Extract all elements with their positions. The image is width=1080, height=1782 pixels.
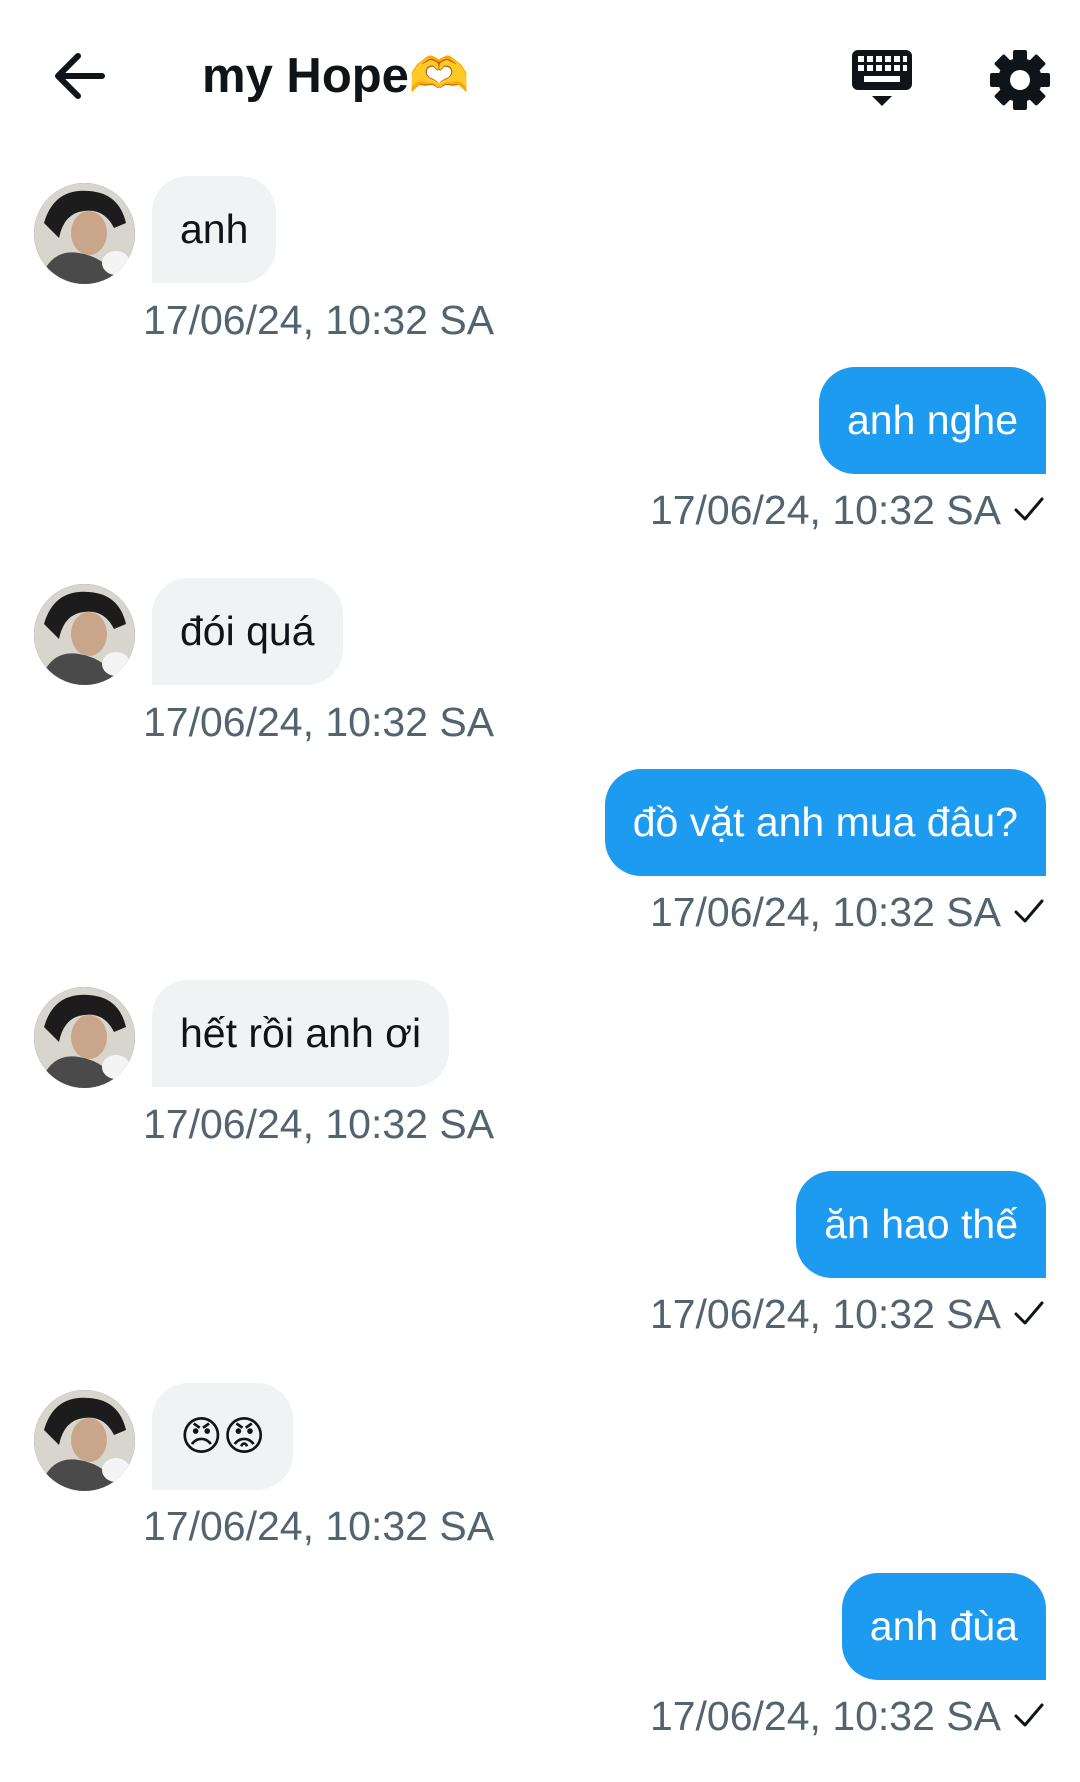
avatar[interactable] xyxy=(34,987,135,1088)
avatar[interactable] xyxy=(34,584,135,685)
keyboard-button[interactable] xyxy=(842,40,922,120)
avatar-image xyxy=(34,183,135,284)
message-timestamp: 17/06/24, 10:32 SA xyxy=(143,1101,495,1147)
check-icon xyxy=(1014,899,1044,923)
message-bubble-outgoing[interactable]: anh đùa xyxy=(841,1573,1046,1680)
message-bubble-incoming[interactable]: 😠😡 xyxy=(152,1383,294,1490)
message-timestamp: 17/06/24, 10:32 SA xyxy=(649,1291,1001,1337)
message-timestamp: 17/06/24, 10:32 SA xyxy=(143,297,495,343)
message-timestamp: 17/06/24, 10:32 SA xyxy=(143,699,495,745)
message-timestamp: 17/06/24, 10:32 SA xyxy=(649,487,1001,533)
check-icon xyxy=(1014,1301,1044,1325)
message-bubble-incoming[interactable]: hết rồi anh ơi xyxy=(152,980,450,1087)
gear-icon xyxy=(990,50,1050,110)
avatar[interactable] xyxy=(34,183,135,284)
avatar-image xyxy=(34,1390,135,1491)
message-bubble-incoming[interactable]: anh xyxy=(152,176,277,283)
message-bubble-outgoing[interactable]: ăn hao thế xyxy=(796,1171,1046,1278)
message-timestamp: 17/06/24, 10:32 SA xyxy=(143,1503,495,1549)
back-button[interactable] xyxy=(40,36,120,116)
chat-title: my Hope🫶 xyxy=(202,49,470,103)
avatar-image xyxy=(34,987,135,1088)
message-bubble-outgoing[interactable]: anh nghe xyxy=(818,367,1046,474)
message-bubble-incoming[interactable]: đói quá xyxy=(152,578,343,685)
message-bubble-outgoing[interactable]: đồ vặt anh mua đâu? xyxy=(604,769,1046,876)
message-timestamp: 17/06/24, 10:32 SA xyxy=(649,1693,1001,1739)
chat-header: my Hope🫶 xyxy=(0,0,1080,150)
avatar-image xyxy=(34,584,135,685)
message-timestamp: 17/06/24, 10:32 SA xyxy=(649,889,1001,935)
arrow-left-icon xyxy=(55,53,105,99)
avatar[interactable] xyxy=(34,1390,135,1491)
keyboard-icon xyxy=(852,50,912,106)
check-icon xyxy=(1014,497,1044,521)
check-icon xyxy=(1014,1703,1044,1727)
settings-button[interactable] xyxy=(980,40,1060,120)
